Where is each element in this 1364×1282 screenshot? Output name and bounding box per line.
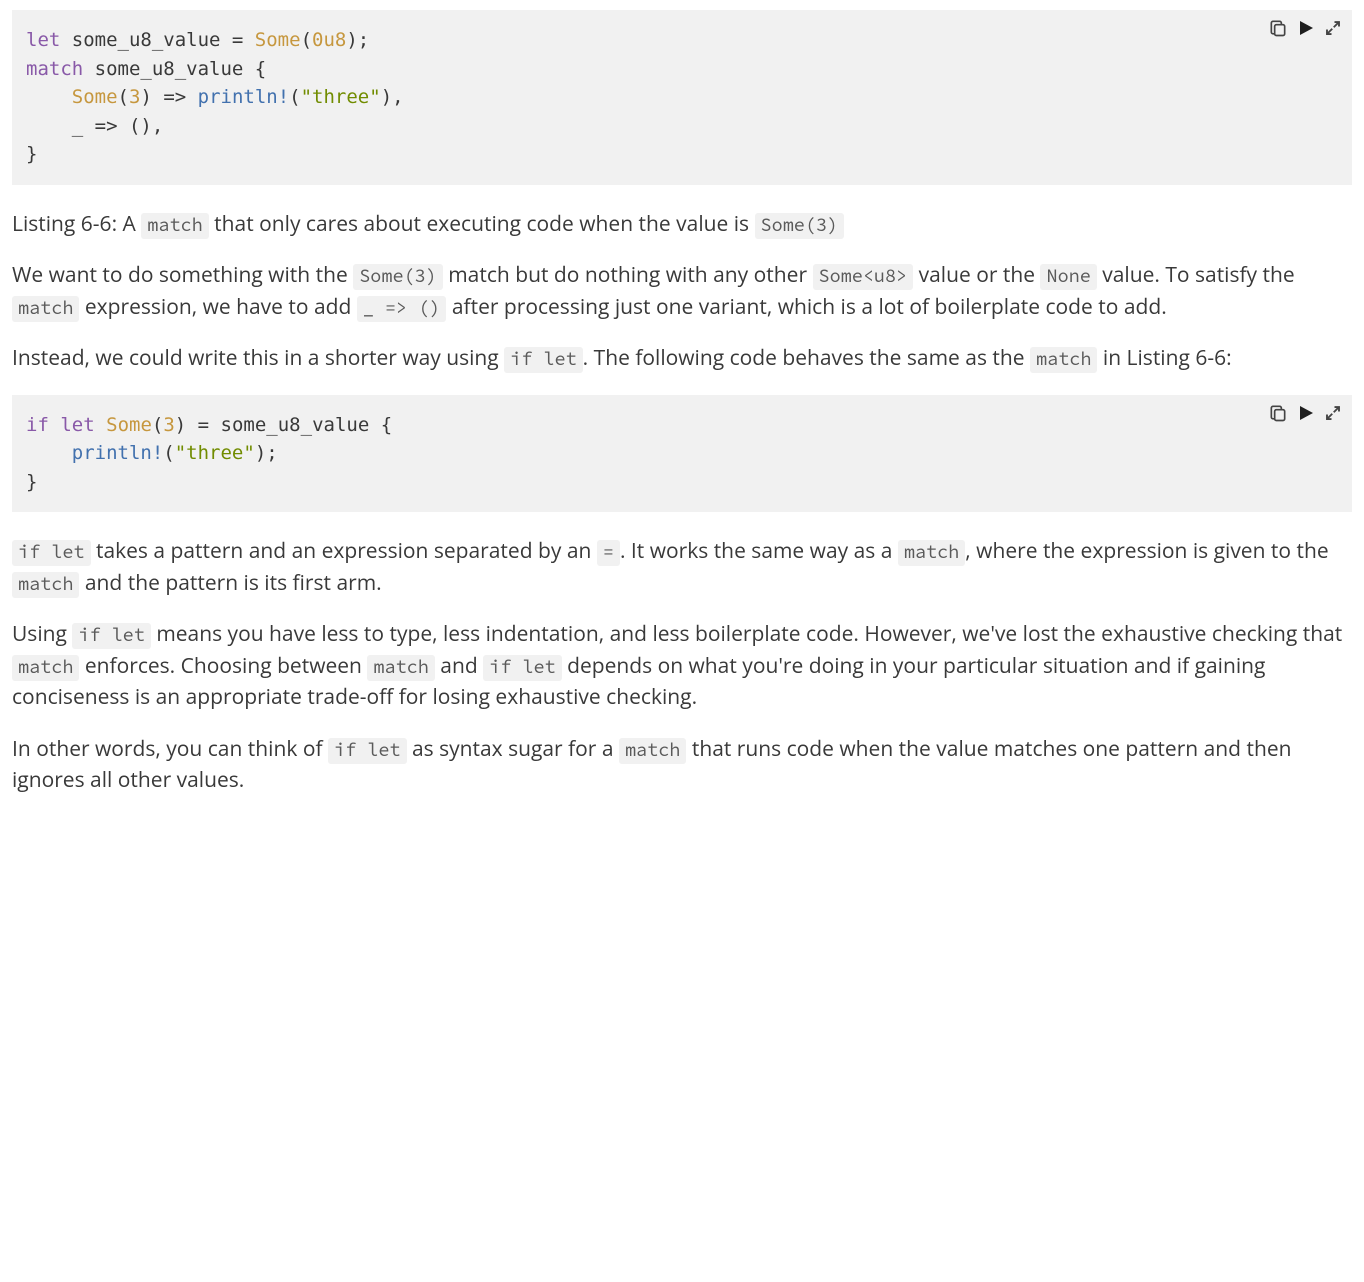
text: enforces. Choosing between: [79, 652, 367, 680]
text: We want to do something with the: [12, 261, 353, 289]
play-icon[interactable]: [1298, 405, 1314, 421]
caption-text: that only cares about executing code whe…: [209, 210, 755, 238]
text: means you have less to type, less indent…: [151, 620, 1342, 648]
inline-code: if let: [72, 623, 151, 649]
paragraph: Instead, we could write this in a shorte…: [12, 343, 1352, 375]
text: in Listing 6-6:: [1097, 344, 1231, 372]
text: expression, we have to add: [79, 293, 356, 321]
inline-code: _ => (): [357, 296, 447, 322]
listing-caption: Listing 6-6: A match that only cares abo…: [12, 209, 1352, 241]
text: In other words, you can think of: [12, 735, 328, 763]
text: after processing just one variant, which…: [446, 293, 1166, 321]
code-listing-1: let some_u8_value = Some(0u8); match som…: [12, 10, 1352, 185]
text: value or the: [913, 261, 1040, 289]
inline-code: match: [141, 213, 208, 239]
paragraph: if let takes a pattern and an expression…: [12, 536, 1352, 599]
inline-code: Some(3): [353, 264, 443, 290]
text: and: [435, 652, 483, 680]
inline-code: match: [12, 572, 79, 598]
inline-code: if let: [504, 347, 583, 373]
inline-code: if let: [483, 655, 562, 681]
code-content-1: let some_u8_value = Some(0u8); match som…: [26, 29, 404, 165]
caption-text: Listing 6-6: A: [12, 210, 141, 238]
inline-code: match: [1030, 347, 1097, 373]
expand-icon[interactable]: [1324, 404, 1342, 422]
inline-code: =: [597, 540, 620, 566]
inline-code: match: [12, 655, 79, 681]
paragraph: Using if let means you have less to type…: [12, 619, 1352, 714]
copy-icon[interactable]: [1268, 403, 1288, 423]
code-actions: [1268, 403, 1342, 423]
text: Instead, we could write this in a shorte…: [12, 344, 504, 372]
copy-icon[interactable]: [1268, 18, 1288, 38]
text: as syntax sugar for a: [407, 735, 619, 763]
text: value. To satisfy the: [1097, 261, 1295, 289]
text: . It works the same way as a: [620, 537, 898, 565]
inline-code: if let: [12, 540, 91, 566]
inline-code: match: [898, 540, 965, 566]
code-content-2: if let Some(3) = some_u8_value { println…: [26, 414, 392, 493]
text: takes a pattern and an expression separa…: [91, 537, 597, 565]
code-listing-2: if let Some(3) = some_u8_value { println…: [12, 395, 1352, 513]
text: match but do nothing with any other: [443, 261, 813, 289]
inline-code: Some<u8>: [813, 264, 914, 290]
inline-code: None: [1040, 264, 1096, 290]
inline-code: match: [619, 738, 686, 764]
text: and the pattern is its first arm.: [79, 569, 381, 597]
paragraph: In other words, you can think of if let …: [12, 734, 1352, 797]
expand-icon[interactable]: [1324, 19, 1342, 37]
paragraph: We want to do something with the Some(3)…: [12, 260, 1352, 323]
inline-code: match: [367, 655, 434, 681]
text: , where the expression is given to the: [965, 537, 1328, 565]
code-actions: [1268, 18, 1342, 38]
play-icon[interactable]: [1298, 20, 1314, 36]
inline-code: if let: [328, 738, 407, 764]
text: . The following code behaves the same as…: [583, 344, 1030, 372]
inline-code: Some(3): [755, 213, 845, 239]
text: Using: [12, 620, 72, 648]
inline-code: match: [12, 296, 79, 322]
